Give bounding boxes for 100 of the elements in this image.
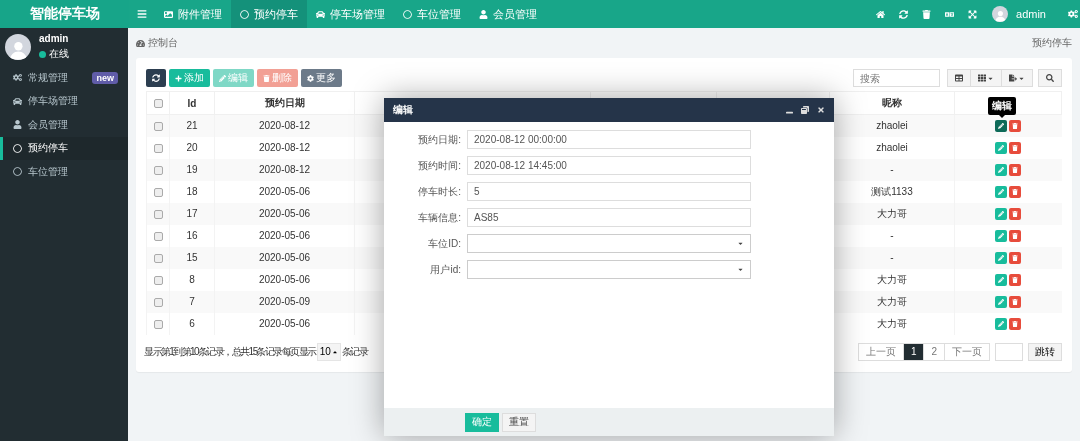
select-field[interactable] (467, 234, 751, 253)
checkbox[interactable] (153, 122, 163, 132)
page-number-field[interactable] (995, 342, 1023, 361)
menu-icon[interactable] (137, 9, 147, 19)
delete-button[interactable] (1009, 185, 1022, 198)
delete-button[interactable] (1009, 295, 1022, 308)
sidebar-item[interactable]: 停车场管理 (0, 89, 128, 113)
field-label: 用户id: (429, 262, 461, 277)
sidebar-item[interactable]: 常规管理 new (0, 66, 128, 90)
field-label: 车辆信息: (417, 210, 461, 225)
breadcrumb-link[interactable]: 控制台 (148, 36, 178, 50)
dialog-title: 编辑 (393, 103, 413, 117)
select-field[interactable] (467, 260, 751, 279)
input-field[interactable]: AS85 (467, 208, 751, 227)
fullscreen-icon[interactable] (968, 9, 978, 19)
table-cell: 2020-05-06 (214, 312, 355, 335)
delete-button[interactable] (1009, 141, 1022, 154)
gears-icon[interactable] (1068, 9, 1078, 19)
reset-button[interactable]: 重置 (502, 412, 536, 432)
delete-button[interactable] (1009, 273, 1022, 286)
table-cell: 18 (169, 180, 215, 203)
brand-logo: 智能停车场 (0, 0, 129, 28)
checkbox[interactable] (153, 253, 163, 263)
nav-tab[interactable]: 附件管理 (155, 0, 231, 28)
next-page-button[interactable]: 下一页 (944, 342, 990, 361)
export-button[interactable] (1001, 69, 1033, 87)
table-cell: 6 (169, 312, 215, 335)
trash-icon[interactable] (922, 9, 932, 19)
prev-page-button[interactable]: 上一页 (857, 342, 904, 361)
checkbox[interactable] (153, 231, 163, 241)
status-text: 在线 (49, 47, 69, 61)
trash-icon (1012, 210, 1019, 217)
nav-tab[interactable]: 预约停车 (231, 0, 307, 28)
refresh-icon[interactable] (899, 9, 909, 19)
checkbox[interactable] (153, 275, 163, 285)
table-cell: 7 (169, 290, 215, 313)
status-dot (39, 50, 46, 58)
checkbox[interactable] (153, 297, 163, 307)
page-size-select[interactable]: 10 (316, 342, 341, 361)
nav-tab[interactable]: 停车场管理 (307, 0, 394, 28)
table-cell: 2020-05-06 (214, 246, 355, 269)
input-field[interactable]: 2020-08-12 14:45:00 (467, 156, 751, 175)
trash-icon (1012, 298, 1019, 305)
delete-button[interactable] (1009, 163, 1022, 176)
delete-button[interactable] (1009, 317, 1022, 330)
checkbox[interactable] (153, 143, 163, 153)
avatar (992, 6, 1009, 22)
field-label: 车位ID: (427, 236, 461, 251)
table-cell: 20 (169, 136, 215, 159)
trash-icon (1012, 320, 1019, 327)
nav-tab[interactable]: 车位管理 (394, 0, 470, 28)
search-button[interactable] (1038, 69, 1062, 87)
table-cell: 2020-05-06 (214, 180, 355, 203)
table-cell: 2020-05-06 (214, 202, 355, 225)
nav-tab[interactable]: 会员管理 (470, 0, 546, 28)
sidebar-item[interactable]: 预约停车 (0, 136, 128, 160)
table-cell: 2020-08-12 (214, 114, 355, 137)
image-icon (164, 9, 173, 19)
breadcrumb-current: 预约停车 (1032, 36, 1072, 50)
delete-button[interactable] (1009, 207, 1022, 220)
pencil-icon (998, 210, 1005, 217)
new-badge: new (92, 71, 118, 84)
gauge-icon (136, 38, 145, 48)
delete-button[interactable] (1009, 251, 1022, 264)
checkbox[interactable] (153, 319, 163, 329)
checkbox[interactable] (153, 99, 163, 109)
checkbox[interactable] (153, 187, 163, 197)
caret-icon (737, 240, 744, 247)
page-button[interactable]: 1 (902, 342, 925, 361)
refresh-button[interactable] (146, 69, 166, 87)
close-icon[interactable] (817, 106, 825, 114)
table-cell: 2020-08-12 (214, 158, 355, 181)
page-button[interactable]: 2 (923, 342, 945, 361)
restore-icon[interactable] (801, 106, 809, 114)
delete-button[interactable] (1009, 119, 1022, 132)
toolbar-button[interactable]: 更多 (301, 69, 342, 87)
columns-button[interactable] (970, 69, 1002, 87)
sidebar-item[interactable]: 会员管理 (0, 113, 128, 137)
pencil-icon (998, 320, 1005, 327)
car-icon (13, 96, 22, 106)
search-field[interactable]: 搜索 (853, 69, 940, 87)
jump-button[interactable]: 跳转 (1028, 342, 1062, 361)
trash-icon (1012, 254, 1019, 261)
sidebar-item[interactable]: 车位管理 (0, 160, 128, 184)
table-cell: 2020-05-06 (214, 224, 355, 247)
delete-button[interactable] (1009, 229, 1022, 242)
table-cell: 8 (169, 268, 215, 291)
checkbox[interactable] (153, 165, 163, 175)
plus-icon (175, 74, 182, 82)
input-field[interactable]: 2020-08-12 00:00:00 (467, 130, 751, 149)
user-name[interactable]: admin (1016, 8, 1046, 20)
table-cell: 16 (169, 224, 215, 247)
page-summary: 条记录 (341, 344, 368, 359)
pencil-icon (998, 232, 1005, 239)
edit-button[interactable] (995, 119, 1008, 132)
table-cell: 17 (169, 202, 215, 225)
home-icon[interactable] (876, 9, 886, 19)
checkbox[interactable] (153, 209, 163, 219)
input-field[interactable]: 5 (467, 182, 751, 201)
table-view-button[interactable] (947, 69, 971, 87)
